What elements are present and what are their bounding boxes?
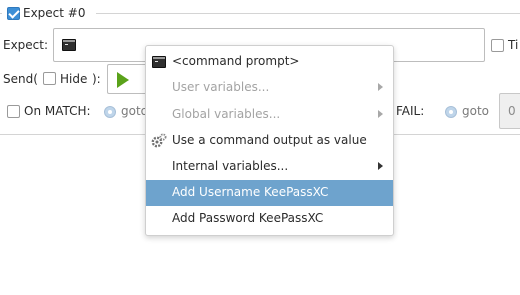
menu-item-global-variables[interactable]: Global variables... [146,102,393,128]
timeout-checkbox[interactable] [491,39,504,52]
terminal-icon [152,56,166,68]
menu-item-label: Add Password KeePassXC [172,211,324,225]
menu-item-command-prompt[interactable]: <command prompt> [146,49,393,75]
menu-item-label: Use a command output as value [172,133,367,147]
menu-item-label: <command prompt> [172,54,300,68]
expect-label: Expect: [3,38,49,52]
fail-goto-spinbox[interactable]: 0 [499,93,520,129]
terminal-icon [62,39,76,51]
submenu-arrow-icon [378,110,383,118]
menu-item-internal-variables[interactable]: Internal variables... [146,154,393,180]
send-label-suffix: ): [92,72,101,86]
timeout-label: Ti [508,38,519,52]
menu-item-add-password-keepassxc[interactable]: Add Password KeePassXC [146,206,393,232]
match-goto-label: goto [121,104,149,118]
match-goto-radio[interactable] [104,106,116,118]
fail-goto-value: 0 [508,104,516,118]
hide-checkbox[interactable] [43,72,56,85]
menu-item-label: Add Username KeePassXC [172,185,329,199]
submenu-arrow-icon [378,83,383,91]
fail-goto-label: goto [462,104,490,118]
context-menu: <command prompt> User variables... Globa… [145,45,394,236]
fail-goto-radio[interactable] [445,106,457,118]
menu-item-add-username-keepassxc[interactable]: Add Username KeePassXC [146,180,393,206]
expect-enable-checkbox[interactable] [7,7,20,20]
menu-item-label: Global variables... [172,107,281,121]
menu-item-label: Internal variables... [172,159,289,173]
on-match-label: On MATCH: [24,104,91,118]
hide-label: Hide [60,72,88,86]
gears-icon [151,133,167,148]
menu-item-user-variables[interactable]: User variables... [146,75,393,101]
send-label: Send( [3,72,38,86]
submenu-arrow-icon [378,162,383,170]
menu-item-command-output[interactable]: Use a command output as value [146,128,393,154]
on-fail-label: FAIL: [396,104,425,118]
on-match-checkbox[interactable] [7,105,20,118]
menu-item-label: User variables... [172,80,270,94]
play-icon[interactable] [117,72,129,88]
expect-group-label: Expect #0 [23,6,86,20]
